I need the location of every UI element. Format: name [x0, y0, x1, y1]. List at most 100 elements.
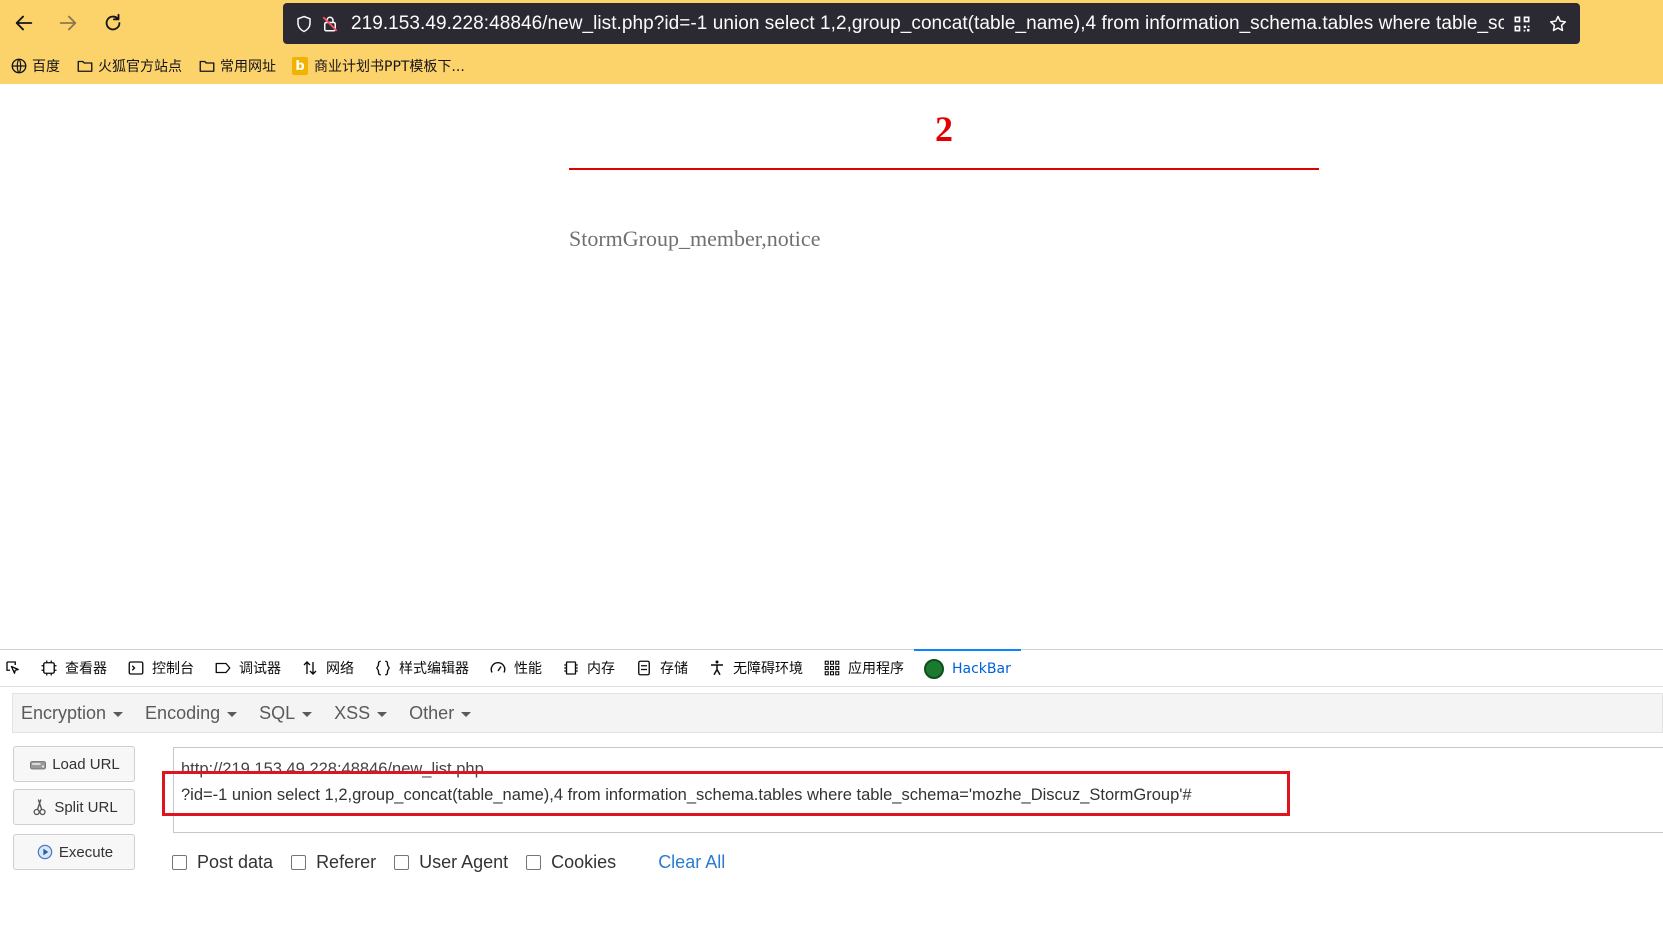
split-url-button[interactable]: Split URL	[13, 789, 135, 825]
bing-icon: b	[292, 57, 308, 75]
dropdown-label: Encryption	[21, 702, 107, 723]
title-divider	[569, 168, 1319, 170]
scissors-icon	[33, 799, 46, 816]
reload-button[interactable]	[98, 8, 128, 38]
tab-performance[interactable]: 性能	[479, 649, 552, 687]
forward-button[interactable]	[53, 8, 83, 38]
globe-icon	[11, 58, 27, 74]
tab-label: 查看器	[65, 661, 107, 677]
performance-icon	[490, 662, 506, 673]
network-icon	[303, 661, 317, 675]
referer-checkbox[interactable]	[291, 855, 307, 870]
bookmark-label: 商业计划书PPT模板下...	[314, 59, 465, 75]
url-text[interactable]: 219.153.49.228:48846/new_list.php?id=-1 …	[351, 13, 1504, 35]
inspector-icon	[41, 660, 57, 676]
bookmark-label: 常用网址	[220, 59, 276, 75]
encryption-dropdown[interactable]: Encryption	[21, 702, 124, 724]
option-label: Referer	[316, 852, 377, 872]
tab-accessibility[interactable]: 无障碍环境	[698, 649, 813, 687]
tab-label: 应用程序	[848, 661, 904, 677]
cookies-checkbox[interactable]	[526, 855, 542, 870]
element-picker-icon	[6, 661, 19, 674]
tab-memory[interactable]: 内存	[552, 649, 625, 687]
user-agent-option[interactable]: User Agent	[394, 852, 508, 873]
bookmark-common-sites[interactable]: 常用网址	[198, 56, 276, 76]
forward-arrow-icon	[59, 15, 77, 31]
element-picker-button[interactable]	[0, 649, 30, 687]
tab-label: 样式编辑器	[399, 661, 469, 677]
bookmark-firefox-sites[interactable]: 火狐官方站点	[76, 56, 182, 76]
bookmark-ppt-templates[interactable]: b 商业计划书PPT模板下...	[292, 56, 465, 76]
caret-down-icon	[302, 712, 313, 717]
tab-storage[interactable]: 存储	[625, 649, 698, 687]
bookmark-baidu[interactable]: 百度	[10, 56, 60, 76]
bookmark-star-icon[interactable]	[1540, 6, 1576, 42]
accessibility-icon	[711, 660, 723, 676]
referer-option[interactable]: Referer	[291, 852, 376, 873]
caret-down-icon	[227, 712, 238, 717]
tab-label: 存储	[660, 661, 688, 677]
hackbar-menu: Encryption Encoding SQL XSS Other	[12, 693, 1663, 733]
shield-icon[interactable]	[293, 13, 315, 35]
tab-console[interactable]: 控制台	[117, 649, 204, 687]
play-icon	[37, 844, 53, 860]
folder-icon	[77, 60, 93, 72]
console-icon	[128, 661, 144, 675]
insecure-lock-icon[interactable]	[319, 13, 341, 35]
tab-label: 内存	[587, 661, 615, 677]
other-dropdown[interactable]: Other	[409, 702, 472, 724]
application-icon	[824, 660, 840, 676]
xss-dropdown[interactable]: XSS	[334, 702, 388, 724]
browser-toolbar: 219.153.49.228:48846/new_list.php?id=-1 …	[0, 0, 1663, 84]
tab-debugger[interactable]: 调试器	[204, 649, 291, 687]
back-button[interactable]	[9, 8, 39, 38]
hackbar-options: Post data Referer User Agent Cookies Cle…	[172, 852, 725, 873]
option-label: User Agent	[419, 852, 509, 872]
tab-label: HackBar	[952, 661, 1011, 677]
folder-icon	[199, 60, 215, 72]
tab-application[interactable]: 应用程序	[813, 649, 914, 687]
dropdown-label: SQL	[259, 702, 296, 723]
tab-hackbar[interactable]: HackBar	[914, 649, 1021, 687]
tab-label: 无障碍环境	[733, 661, 803, 677]
tab-network[interactable]: 网络	[291, 649, 364, 687]
qr-code-icon[interactable]	[1504, 6, 1540, 42]
tab-inspector[interactable]: 查看器	[30, 649, 117, 687]
tab-style-editor[interactable]: 样式编辑器	[364, 649, 479, 687]
sql-dropdown[interactable]: SQL	[259, 702, 313, 724]
hackbar-icon	[924, 659, 944, 679]
post-data-checkbox[interactable]	[172, 855, 187, 870]
bookmarks-bar: 百度 火狐官方站点 常用网址 b 商业计划书PPT模板下...	[0, 52, 471, 80]
load-url-icon	[30, 761, 47, 770]
dropdown-label: XSS	[334, 702, 371, 723]
execute-button[interactable]: Execute	[13, 834, 135, 870]
caret-down-icon	[377, 712, 388, 717]
debugger-icon	[215, 662, 231, 674]
user-agent-checkbox[interactable]	[394, 855, 410, 870]
page-content: 2 StormGroup_member,notice	[0, 84, 1663, 649]
dropdown-label: Other	[409, 702, 455, 723]
tab-label: 控制台	[152, 661, 194, 677]
encoding-dropdown[interactable]: Encoding	[145, 702, 238, 724]
memory-icon	[564, 661, 578, 675]
load-url-button[interactable]: Load URL	[13, 746, 135, 782]
caret-down-icon	[461, 712, 472, 717]
address-bar[interactable]: 219.153.49.228:48846/new_list.php?id=-1 …	[283, 3, 1580, 44]
split-url-label: Split URL	[54, 798, 118, 816]
option-label: Cookies	[551, 852, 617, 872]
devtools-tab-bar: 查看器 控制台 调试器 网络 样式编辑器 性能 内存 存储 无障碍环境 应用程序…	[0, 649, 1663, 687]
clear-all-link[interactable]: Clear All	[658, 852, 725, 873]
bookmark-label: 火狐官方站点	[98, 59, 182, 75]
tab-label: 网络	[326, 661, 354, 677]
load-url-label: Load URL	[52, 755, 120, 773]
back-arrow-icon	[15, 15, 33, 31]
tab-label: 性能	[514, 661, 542, 677]
option-label: Post data	[197, 852, 274, 872]
cookies-option[interactable]: Cookies	[526, 852, 616, 873]
tab-label: 调试器	[239, 661, 281, 677]
execute-label: Execute	[58, 843, 114, 861]
post-data-option[interactable]: Post data	[172, 852, 273, 873]
page-body-text: StormGroup_member,notice	[569, 226, 821, 251]
dropdown-label: Encoding	[145, 702, 221, 723]
style-editor-icon	[376, 660, 390, 676]
